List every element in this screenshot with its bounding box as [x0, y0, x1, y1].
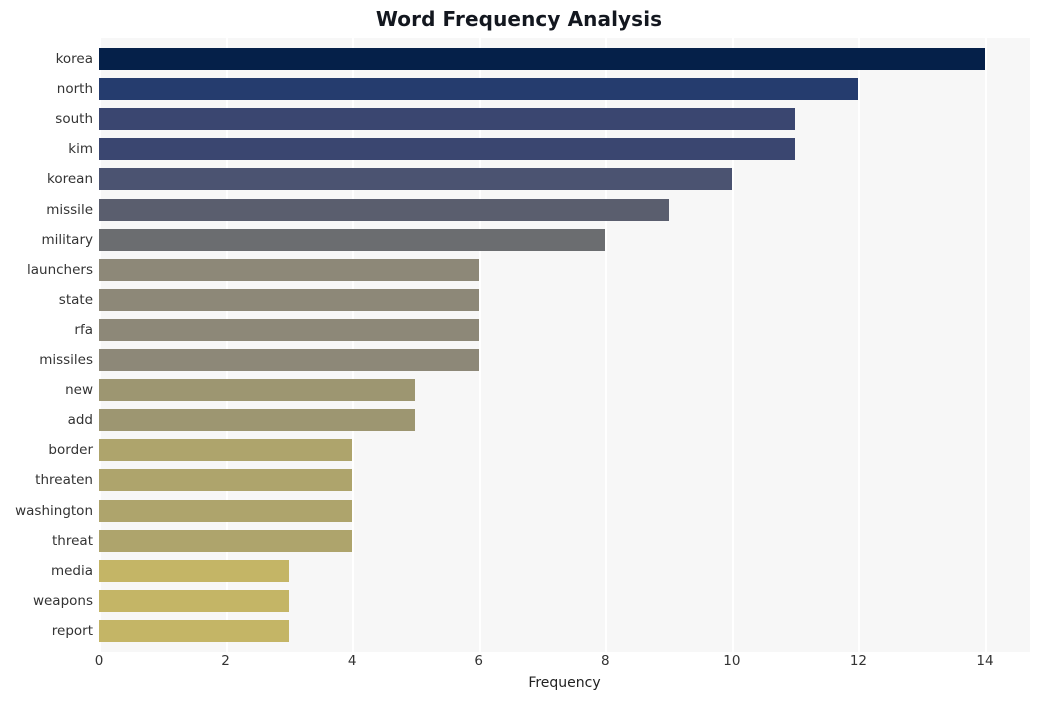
- x-tick-label-6: 6: [474, 653, 483, 669]
- x-tick-label-12: 12: [849, 653, 868, 669]
- bar-washington[interactable]: [99, 499, 353, 522]
- x-tick-label-10: 10: [723, 653, 741, 669]
- y-tick-label-north: north: [56, 81, 93, 98]
- bar-korea[interactable]: [99, 48, 985, 70]
- bar-row: [99, 529, 1030, 552]
- bar-row: [99, 379, 1030, 402]
- plot-area: [99, 38, 1030, 652]
- bar-report[interactable]: [99, 620, 289, 642]
- bar-missiles[interactable]: [99, 349, 479, 372]
- bar-missile[interactable]: [99, 198, 669, 221]
- bar-row: [99, 559, 1030, 582]
- x-tick-label-8: 8: [600, 653, 610, 669]
- x-tick-label-0: 0: [94, 653, 104, 669]
- y-tick-label-add: add: [67, 412, 93, 429]
- bar-row: [99, 318, 1030, 341]
- bar-row: [99, 409, 1030, 432]
- y-tick-label-missiles: missiles: [39, 352, 93, 369]
- y-tick-label-military: military: [41, 231, 93, 248]
- bar-row: [99, 349, 1030, 372]
- bars-layer: [99, 38, 1030, 652]
- bar-north[interactable]: [99, 78, 859, 101]
- bar-row: [99, 439, 1030, 462]
- bar-border[interactable]: [99, 439, 353, 462]
- bar-row: [99, 78, 1030, 101]
- bar-row: [99, 198, 1030, 221]
- bar-new[interactable]: [99, 379, 416, 402]
- bar-row: [99, 138, 1030, 161]
- x-axis-title: Frequency: [528, 675, 601, 691]
- y-tick-label-launchers: launchers: [26, 261, 93, 278]
- y-tick-label-south: south: [55, 111, 93, 128]
- word-frequency-bar-chart: Word Frequency Analysis korea north south k…: [0, 0, 1038, 701]
- bar-weapons[interactable]: [99, 589, 289, 612]
- y-tick-label-kim: kim: [68, 141, 93, 158]
- x-axis-tick-labels: 0 2 4 6 8 10 12 14: [0, 652, 1038, 676]
- bar-launchers[interactable]: [99, 258, 479, 281]
- bar-media[interactable]: [99, 559, 289, 582]
- bar-row: [99, 499, 1030, 522]
- y-tick-label-threaten: threaten: [35, 472, 93, 489]
- bar-kim[interactable]: [99, 138, 796, 161]
- bar-korean[interactable]: [99, 168, 732, 191]
- bar-row: [99, 469, 1030, 492]
- bar-military[interactable]: [99, 228, 606, 251]
- y-tick-label-state: state: [58, 291, 93, 308]
- bar-row: [99, 228, 1030, 251]
- bar-rfa[interactable]: [99, 318, 479, 341]
- bar-row: [99, 48, 1030, 70]
- y-tick-label-media: media: [50, 562, 93, 579]
- x-tick-label-14: 14: [976, 653, 994, 669]
- bar-threat[interactable]: [99, 529, 353, 552]
- y-tick-label-missile: missile: [46, 201, 93, 218]
- bar-row: [99, 258, 1030, 281]
- bar-row: [99, 108, 1030, 131]
- chart-title: Word Frequency Analysis: [375, 7, 663, 31]
- bar-state[interactable]: [99, 288, 479, 311]
- bar-south[interactable]: [99, 108, 796, 131]
- bar-row: [99, 288, 1030, 311]
- y-tick-label-korea: korea: [55, 51, 93, 67]
- bar-row: [99, 620, 1030, 642]
- bar-row: [99, 589, 1030, 612]
- y-axis-tick-labels: korea north south kim korean missile military l…: [0, 38, 93, 652]
- x-tick-label-4: 4: [347, 653, 357, 669]
- y-tick-label-new: new: [65, 382, 93, 399]
- bar-add[interactable]: [99, 409, 416, 432]
- y-tick-label-report: report: [51, 623, 93, 639]
- x-tick-label-2: 2: [221, 653, 230, 669]
- y-tick-label-weapons: weapons: [32, 592, 93, 609]
- bar-threaten[interactable]: [99, 469, 353, 492]
- y-tick-label-korean: korean: [47, 171, 93, 188]
- y-tick-label-threat: threat: [52, 532, 93, 549]
- y-tick-label-border: border: [48, 442, 93, 459]
- y-tick-label-washington: washington: [15, 502, 93, 519]
- y-tick-label-rfa: rfa: [74, 321, 93, 338]
- bar-row: [99, 168, 1030, 191]
